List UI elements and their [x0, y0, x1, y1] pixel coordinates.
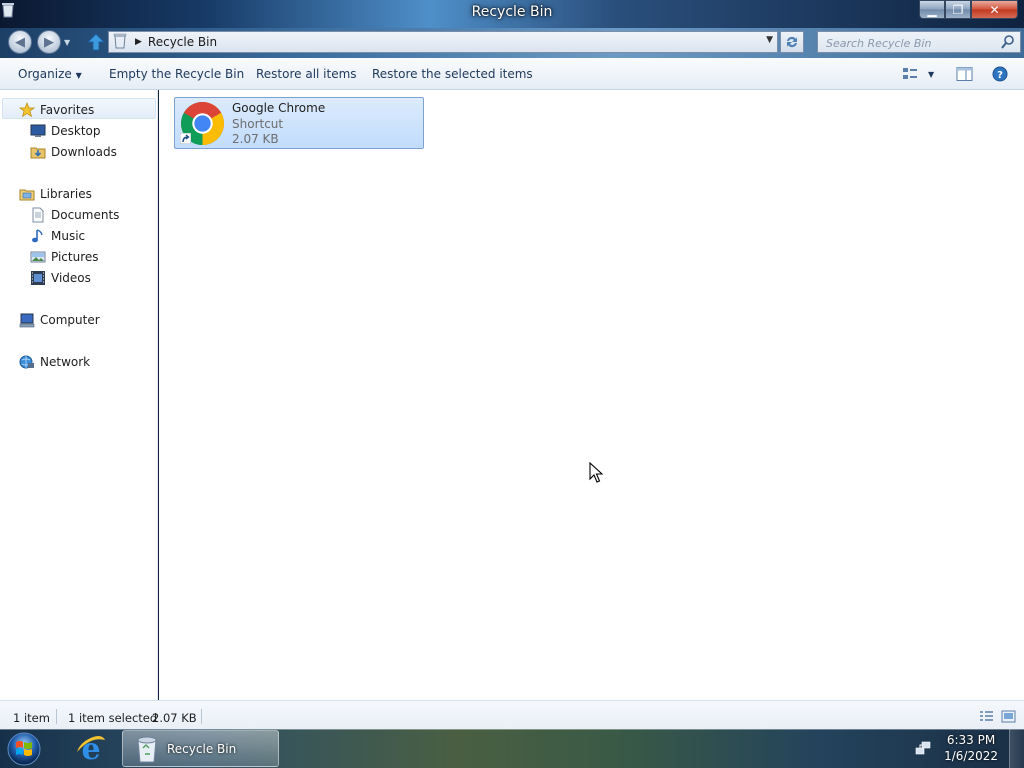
command-bar: Organize ▼ Empty the Recycle Bin Restore… [0, 58, 1024, 90]
nav-label: Computer [40, 313, 100, 327]
internet-explorer-icon: e [77, 732, 105, 765]
minimize-icon: ▁ [927, 2, 937, 17]
chevron-down-icon: ▼ [75, 71, 82, 80]
music-icon [32, 229, 43, 243]
desktop-icon [30, 124, 46, 137]
restore-icon: ❐ [952, 2, 964, 17]
view-options-button[interactable]: ▼ [902, 64, 934, 84]
nav-label: Documents [51, 208, 120, 222]
nav-libraries[interactable]: Libraries [19, 184, 92, 204]
search-icon[interactable] [1000, 34, 1016, 50]
window-title: Recycle Bin [471, 4, 553, 20]
back-icon: ◀ [15, 34, 25, 50]
downloads-icon [30, 147, 46, 159]
taskbar: e Recycle Bin 6:33 PM 1/6/2022 [0, 729, 1024, 768]
close-button[interactable]: ✕ [971, 0, 1018, 19]
status-divider [56, 709, 57, 724]
details-view-icon[interactable] [979, 710, 994, 723]
file-item-google-chrome[interactable]: Google Chrome Shortcut 2.07 KB [174, 97, 424, 149]
help-button[interactable]: ? [992, 64, 1008, 84]
breadcrumb-arrow-icon[interactable]: ▶ [135, 37, 142, 47]
nav-videos[interactable]: Videos [30, 268, 91, 288]
taskbar-item-label: Recycle Bin [167, 742, 237, 756]
taskbar-internet-explorer[interactable]: e [66, 730, 116, 767]
minimize-button[interactable]: ▁ [919, 0, 945, 19]
restore-all-button[interactable]: Restore all items [256, 67, 357, 81]
address-row: ◀ ▶ ▼ ▶ Recycle Bin ▼ [0, 28, 1024, 58]
computer-icon [19, 313, 35, 328]
up-arrow-icon[interactable] [86, 32, 106, 52]
close-icon: ✕ [989, 2, 1000, 17]
status-divider [201, 709, 202, 724]
nav-label: Pictures [51, 250, 99, 264]
videos-icon [31, 271, 45, 285]
search-box[interactable] [817, 31, 1021, 53]
nav-downloads[interactable]: Downloads [30, 142, 117, 162]
svg-text:?: ? [997, 70, 1003, 81]
recycle-bin-icon [113, 33, 127, 52]
nav-label: Videos [51, 271, 91, 285]
refresh-button[interactable] [780, 31, 804, 53]
nav-label: Network [40, 355, 91, 369]
taskbar-recycle-bin[interactable]: Recycle Bin [122, 730, 279, 767]
nav-label: Favorites [40, 103, 95, 117]
restore-button[interactable]: ❐ [945, 0, 971, 19]
navigation-pane: Favorites Desktop Downloads Libraries Do… [0, 90, 158, 700]
address-bar[interactable]: ▶ Recycle Bin ▼ [108, 31, 778, 53]
breadcrumb[interactable]: Recycle Bin [148, 35, 217, 49]
clock-date: 1/6/2022 [944, 749, 998, 763]
nav-pictures[interactable]: Pictures [30, 247, 99, 267]
clock-time: 6:33 PM [946, 733, 996, 747]
back-button[interactable]: ◀ [8, 30, 32, 54]
empty-recycle-bin-button[interactable]: Empty the Recycle Bin [109, 67, 244, 81]
nav-label: Desktop [51, 124, 101, 138]
recycle-bin-icon [137, 736, 157, 763]
selection-count: 1 item selected [68, 711, 158, 725]
nav-documents[interactable]: Documents [30, 205, 119, 225]
status-bar: 1 item 1 item selected 2.07 KB [0, 700, 1024, 729]
nav-favorites[interactable]: Favorites [19, 100, 94, 120]
restore-selected-button[interactable]: Restore the selected items [372, 67, 533, 81]
network-tray-icon[interactable] [915, 740, 931, 756]
file-name: Google Chrome [232, 101, 326, 115]
nav-network[interactable]: Network [19, 352, 90, 372]
window-controls: ▁ ❐ ✕ [919, 0, 1018, 19]
preview-pane-button[interactable] [956, 64, 973, 84]
selection-size: 2.07 KB [152, 711, 197, 725]
title-bar: Recycle Bin ▁ ❐ ✕ [0, 0, 1024, 28]
forward-icon: ▶ [44, 34, 54, 50]
chevron-down-icon[interactable]: ▼ [766, 35, 773, 45]
organize-label: Organize [18, 67, 72, 81]
nav-label: Music [51, 229, 86, 243]
item-count: 1 item [13, 711, 50, 725]
shortcut-arrow-icon [180, 133, 191, 144]
system-clock[interactable]: 6:33 PM 1/6/2022 [944, 732, 998, 764]
file-size: 2.07 KB [232, 132, 279, 146]
nav-label: Downloads [51, 145, 117, 159]
show-desktop-button[interactable] [1009, 729, 1024, 768]
organize-button[interactable]: Organize ▼ [18, 67, 82, 81]
nav-label: Libraries [40, 187, 92, 201]
search-input[interactable] [824, 33, 998, 53]
star-icon [19, 102, 35, 118]
large-icons-view-icon[interactable] [1001, 710, 1016, 723]
nav-desktop[interactable]: Desktop [30, 121, 101, 141]
network-icon [19, 355, 34, 369]
documents-icon [32, 207, 44, 223]
help-icon: ? [992, 66, 1008, 82]
start-orb-icon[interactable] [5, 731, 43, 766]
refresh-icon [787, 36, 797, 48]
file-type: Shortcut [232, 117, 284, 131]
nav-music[interactable]: Music [30, 226, 85, 246]
cursor-icon [589, 462, 603, 483]
recent-pages-dropdown[interactable]: ▼ [64, 38, 70, 47]
preview-pane-icon [956, 67, 973, 81]
chevron-down-icon: ▼ [928, 69, 935, 79]
forward-button[interactable]: ▶ [37, 30, 61, 54]
file-list[interactable]: Google Chrome Shortcut 2.07 KB [159, 90, 1024, 700]
nav-computer[interactable]: Computer [19, 310, 100, 330]
libraries-icon [19, 189, 35, 201]
view-options-icon [903, 68, 917, 79]
pictures-icon [30, 251, 46, 263]
